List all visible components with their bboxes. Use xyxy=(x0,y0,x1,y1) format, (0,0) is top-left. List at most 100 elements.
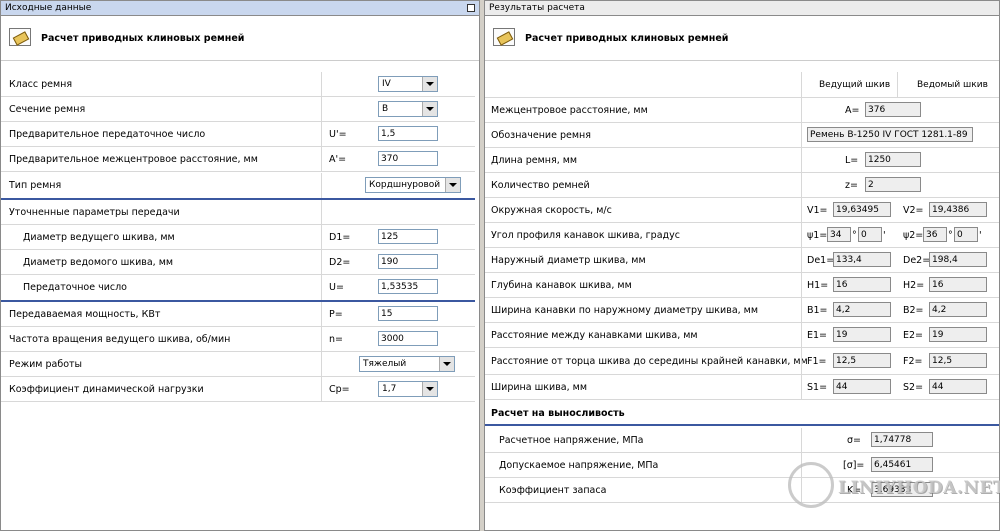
end-distance-1-value: 12,5 xyxy=(833,353,891,368)
prelim-distance-input[interactable]: 370 xyxy=(378,151,438,166)
input-header-title: Расчет приводных клиновых ремней xyxy=(41,33,245,44)
row-belt-class: Класс ремня IV xyxy=(1,72,475,97)
driven-diameter-symbol: D2= xyxy=(329,257,351,268)
belt-count-value: 2 xyxy=(865,177,921,192)
row-safety-factor: Коэффициент запаса K= 3,69333 xyxy=(485,478,999,503)
groove-spacing-1-value: 19 xyxy=(833,327,891,342)
outer-diameter-2-symbol: De2= xyxy=(903,255,931,266)
calculator-icon xyxy=(493,28,515,46)
peripheral-speed-label: Окружная скорость, м/с xyxy=(491,205,612,216)
groove-spacing-label: Расстояние между канавками шкива, мм xyxy=(491,330,698,341)
results-panel-header: Расчет приводных клиновых ремней xyxy=(485,16,999,61)
pin-icon[interactable] xyxy=(467,4,475,12)
design-stress-label: Расчетное напряжение, МПа xyxy=(499,435,644,446)
belt-class-label: Класс ремня xyxy=(9,79,73,90)
degree-sign: ° xyxy=(948,230,953,241)
safety-factor-value: 3,69333 xyxy=(871,482,933,497)
minute-sign: ' xyxy=(883,230,886,241)
input-panel-titlebar: Исходные данные xyxy=(1,1,479,16)
row-groove-angle: Угол профиля канавок шкива, градус ψ1= 3… xyxy=(485,223,999,248)
angle-psi2-minutes: 0 xyxy=(954,227,978,242)
speed-v1-symbol: V1= xyxy=(807,205,828,216)
belt-designation-label: Обозначение ремня xyxy=(491,130,591,141)
outer-diameter-2-value: 198,4 xyxy=(929,252,987,267)
outer-diameter-1-symbol: De1= xyxy=(807,255,835,266)
chevron-down-icon[interactable] xyxy=(445,178,460,192)
rotation-speed-input[interactable]: 3000 xyxy=(378,331,438,346)
center-distance-value: 376 xyxy=(865,102,921,117)
end-distance-2-value: 12,5 xyxy=(929,353,987,368)
driver-diameter-input[interactable]: 125 xyxy=(378,229,438,244)
pulley-width-2-value: 44 xyxy=(929,379,987,394)
end-distance-1-symbol: F1= xyxy=(807,356,827,367)
row-driven-diameter: Диаметр ведомого шкива, мм D2= 190 xyxy=(1,250,475,275)
groove-depth-1-symbol: H1= xyxy=(807,280,829,291)
pulley-width-1-value: 44 xyxy=(833,379,891,394)
center-distance-label: Межцентровое расстояние, мм xyxy=(491,105,648,116)
belt-type-select[interactable]: Кордшнуровой xyxy=(365,177,461,193)
groove-depth-label: Глубина канавок шкива, мм xyxy=(491,280,632,291)
refined-params-heading: Уточненные параметры передачи xyxy=(9,207,180,218)
row-design-stress: Расчетное напряжение, МПа σ= 1,74778 xyxy=(485,428,999,453)
chevron-down-icon[interactable] xyxy=(422,102,437,116)
prelim-ratio-label: Предварительное передаточное число xyxy=(9,129,206,140)
row-center-distance: Межцентровое расстояние, мм A= 376 xyxy=(485,98,999,123)
chevron-down-icon[interactable] xyxy=(439,357,454,371)
row-pulley-width: Ширина шкива, мм S1= 44 S2= 44 xyxy=(485,375,999,400)
power-label: Передаваемая мощность, КВт xyxy=(9,309,161,320)
belt-class-select[interactable]: IV xyxy=(378,76,438,92)
angle-psi1-degrees: 34 xyxy=(827,227,851,242)
gear-ratio-symbol: U= xyxy=(329,282,344,293)
gear-ratio-input[interactable]: 1,53535 xyxy=(378,279,438,294)
results-panel: Результаты расчета Расчет приводных клин… xyxy=(484,0,1000,531)
allowable-stress-value: 6,45461 xyxy=(871,457,933,472)
driven-pulley-column: Ведомый шкив xyxy=(917,80,988,90)
endurance-section-header: Расчет на выносливость xyxy=(485,400,999,426)
driven-diameter-label: Диаметр ведомого шкива, мм xyxy=(23,257,174,268)
angle-psi1-symbol: ψ1= xyxy=(807,230,828,241)
speed-v2-symbol: V2= xyxy=(903,205,924,216)
prelim-ratio-input[interactable]: 1,5 xyxy=(378,126,438,141)
dynamic-load-label: Коэффициент динамической нагрузки xyxy=(9,384,204,395)
row-refined-params: Уточненные параметры передачи xyxy=(1,200,475,225)
driven-diameter-input[interactable]: 190 xyxy=(378,254,438,269)
row-driver-diameter: Диаметр ведущего шкива, мм D1= 125 xyxy=(1,225,475,250)
groove-depth-1-value: 16 xyxy=(833,277,891,292)
groove-depth-2-value: 16 xyxy=(929,277,987,292)
belt-length-value: 1250 xyxy=(865,152,921,167)
safety-factor-symbol: K= xyxy=(847,485,862,496)
row-allowable-stress: Допускаемое напряжение, МПа [σ]= 6,45461 xyxy=(485,453,999,478)
row-prelim-ratio: Предварительное передаточное число U'= 1… xyxy=(1,122,475,147)
calculator-icon xyxy=(9,28,31,46)
end-distance-label: Расстояние от торца шкива до середины кр… xyxy=(491,356,808,367)
angle-psi2-degrees: 36 xyxy=(923,227,947,242)
groove-width-1-value: 4,2 xyxy=(833,302,891,317)
chevron-down-icon[interactable] xyxy=(422,77,437,91)
design-stress-value: 1,74778 xyxy=(871,432,933,447)
row-belt-type: Тип ремня Кордшнуровой xyxy=(1,173,475,198)
dynamic-load-select[interactable]: 1,7 xyxy=(378,381,438,397)
operating-mode-label: Режим работы xyxy=(9,359,83,370)
row-end-distance: Расстояние от торца шкива до середины кр… xyxy=(485,348,999,375)
input-panel-header: Расчет приводных клиновых ремней xyxy=(1,16,479,61)
row-dynamic-load: Коэффициент динамической нагрузки Cp= 1,… xyxy=(1,377,475,402)
input-panel-title: Исходные данные xyxy=(5,3,92,13)
power-input[interactable]: 15 xyxy=(378,306,438,321)
belt-length-label: Длина ремня, мм xyxy=(491,155,578,166)
center-distance-symbol: A= xyxy=(845,105,860,116)
belt-type-label: Тип ремня xyxy=(9,180,62,191)
outer-diameter-label: Наружный диаметр шкива, мм xyxy=(491,255,646,266)
minute-sign: ' xyxy=(979,230,982,241)
chevron-down-icon[interactable] xyxy=(422,382,437,396)
groove-width-2-symbol: B2= xyxy=(903,305,924,316)
belt-section-select[interactable]: В xyxy=(378,101,438,117)
input-data-panel: Исходные данные Расчет приводных клиновы… xyxy=(0,0,480,531)
operating-mode-select[interactable]: Тяжелый xyxy=(359,356,455,372)
prelim-distance-symbol: A'= xyxy=(329,154,347,165)
row-peripheral-speed: Окружная скорость, м/с V1= 19,63495 V2= … xyxy=(485,198,999,223)
prelim-distance-label: Предварительное межцентровое расстояние,… xyxy=(9,154,258,165)
belt-length-symbol: L= xyxy=(845,155,859,166)
endurance-title: Расчет на выносливость xyxy=(491,408,625,419)
row-outer-diameter: Наружный диаметр шкива, мм De1= 133,4 De… xyxy=(485,248,999,273)
groove-spacing-1-symbol: E1= xyxy=(807,330,828,341)
